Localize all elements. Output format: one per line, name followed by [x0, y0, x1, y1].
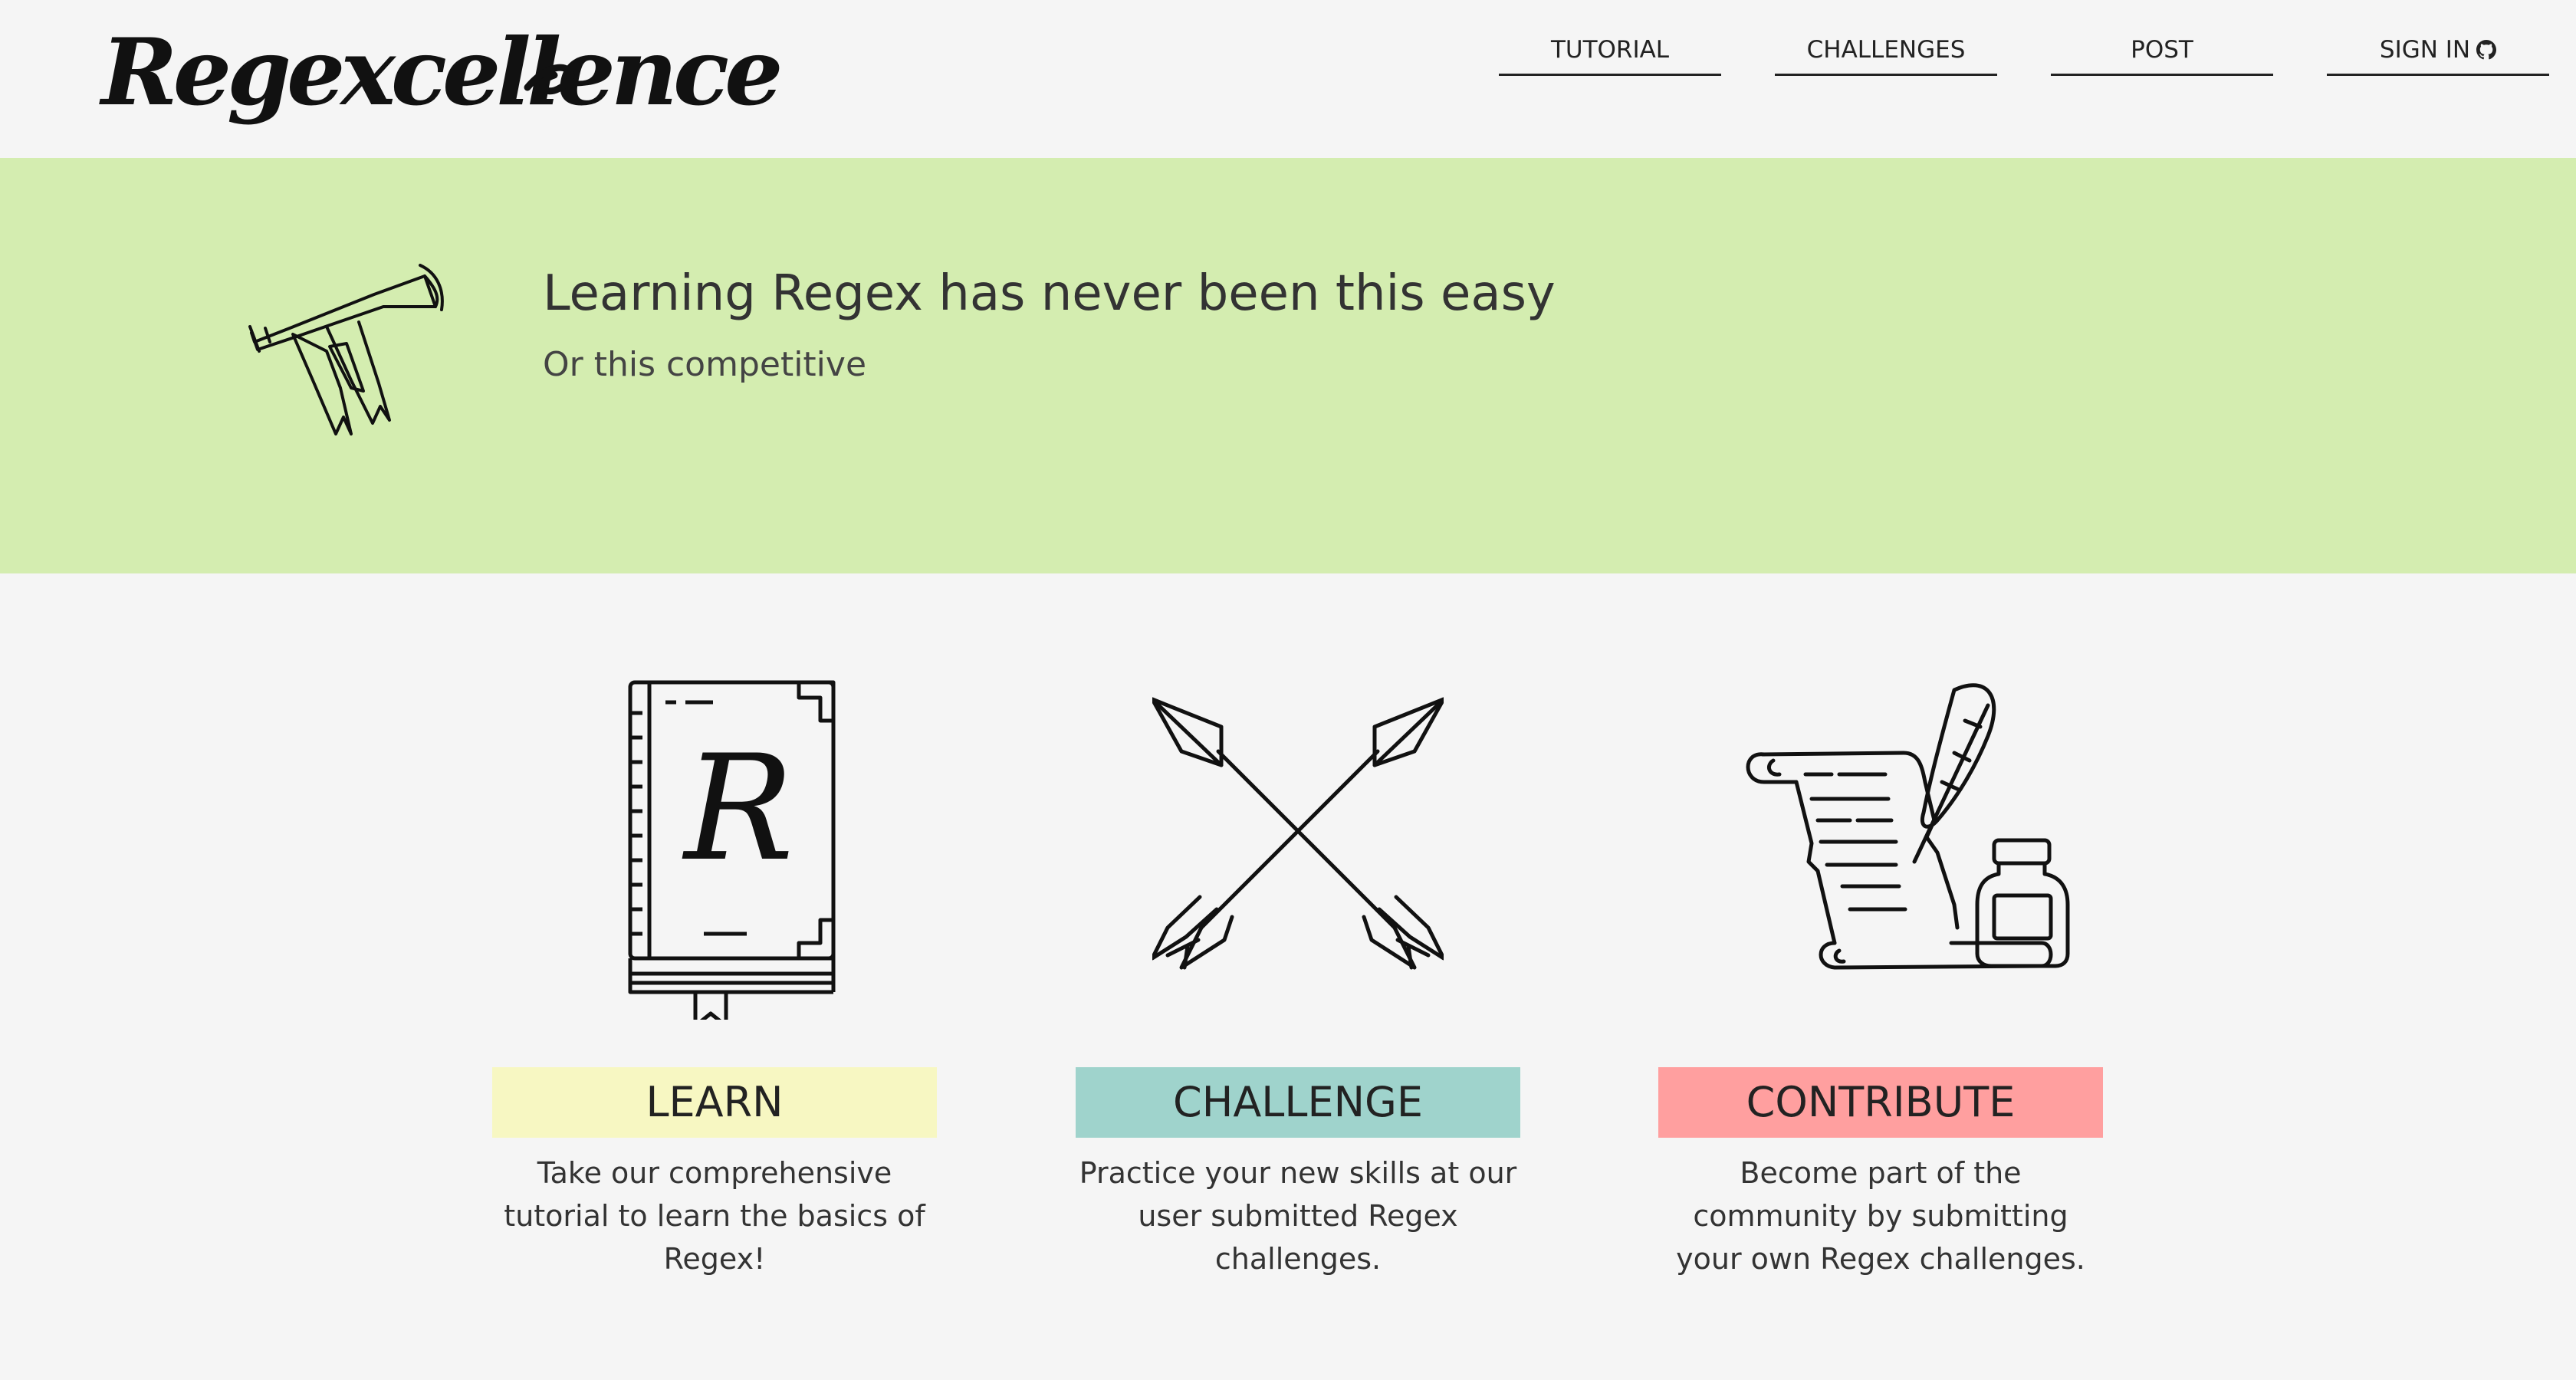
challenge-description: Practice your new skills at our user sub… — [1079, 1156, 1517, 1276]
svg-text:Regexcellence: Regexcellence — [99, 18, 780, 127]
nav-tutorial[interactable]: TUTORIAL — [1499, 26, 1721, 76]
crossed-arrows-icon — [1150, 667, 1446, 1020]
nav-tutorial-label: TUTORIAL — [1550, 36, 1670, 64]
nav-sign-in[interactable]: SIGN IN — [2327, 26, 2549, 76]
nav-post-label: POST — [2131, 36, 2193, 64]
nav-challenges-label: CHALLENGES — [1806, 36, 1966, 64]
nav-sign-in-label: SIGN IN — [2379, 36, 2471, 64]
book-icon: R — [569, 667, 860, 1028]
svg-text:R: R — [682, 724, 794, 893]
challenge-button[interactable]: CHALLENGE — [1076, 1067, 1520, 1138]
nav-post[interactable]: POST — [2051, 26, 2273, 76]
trumpet-banner-icon — [248, 264, 444, 435]
contribute-description: Become part of the community by submitti… — [1676, 1156, 2085, 1276]
contribute-button[interactable]: CONTRIBUTE — [1658, 1067, 2103, 1138]
nav-challenges[interactable]: CHALLENGES — [1775, 26, 1997, 76]
site-logo[interactable]: Regexcellence — [98, 5, 784, 158]
learn-description: Take our comprehensive tutorial to learn… — [504, 1156, 925, 1276]
scroll-quill-icon — [1735, 667, 2070, 1020]
hero-banner: Learning Regex has never been this easy … — [0, 158, 2576, 573]
main-nav: TUTORIAL CHALLENGES POST SIGN IN — [1499, 26, 2549, 76]
hero-title: Learning Regex has never been this easy — [543, 265, 1556, 322]
learn-button[interactable]: LEARN — [492, 1067, 937, 1138]
site-header: Regexcellence TUTORIAL CHALLENGES POST S… — [0, 0, 2576, 158]
github-icon — [2476, 40, 2497, 60]
logo-wordmark: Regexcellence — [99, 18, 784, 127]
hero-subtitle: Or this competitive — [543, 345, 867, 384]
